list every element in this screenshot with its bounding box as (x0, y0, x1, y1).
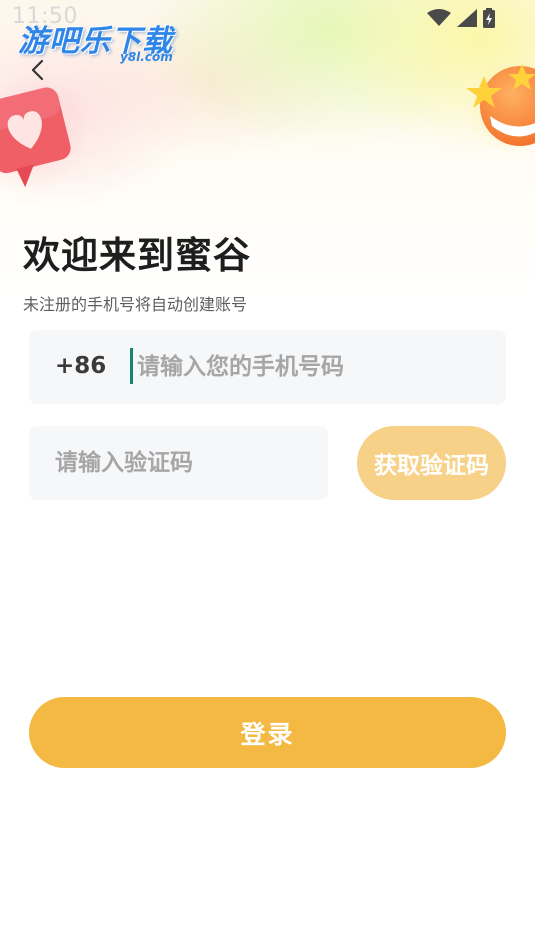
battery-icon (483, 8, 495, 28)
watermark-url: y8l.com (120, 50, 173, 64)
page-title: 欢迎来到蜜谷 (23, 234, 251, 277)
back-button[interactable] (24, 54, 52, 86)
text-caret (130, 348, 133, 384)
heart-card-decoration (0, 72, 92, 206)
wifi-icon (427, 9, 451, 26)
chevron-left-icon (31, 59, 44, 81)
verification-code-field[interactable] (29, 426, 328, 500)
signal-icon (457, 9, 477, 27)
verification-code-input[interactable] (53, 442, 317, 484)
get-code-button[interactable]: 获取验证码 (357, 426, 506, 500)
status-icons (427, 8, 495, 28)
page-subtitle: 未注册的手机号将自动创建账号 (23, 295, 248, 314)
star-eyes-emoji-decoration (462, 58, 535, 162)
phone-input[interactable] (135, 346, 479, 388)
phone-field[interactable]: +86 (29, 330, 506, 404)
login-button[interactable]: 登录 (29, 697, 506, 768)
country-code[interactable]: +86 (55, 353, 106, 379)
